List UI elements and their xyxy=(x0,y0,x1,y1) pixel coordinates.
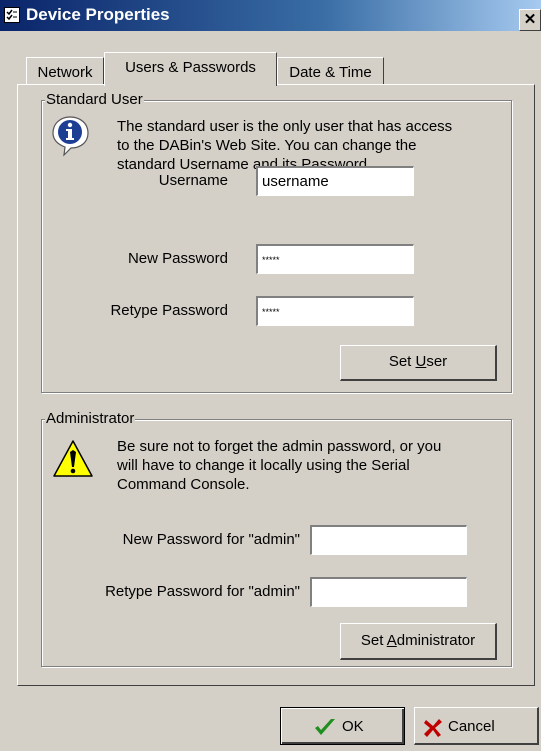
checkmark-icon xyxy=(315,719,335,735)
set-user-button-prefix: Set xyxy=(388,353,416,370)
administrator-group-title: Administrator xyxy=(45,410,136,428)
tab-network-label: Network xyxy=(37,64,93,81)
tab-date-time[interactable]: Date & Time xyxy=(277,57,384,84)
administrator-warning-line-3: Command Console. xyxy=(117,476,250,493)
retype-password-label: Retype Password xyxy=(110,302,228,319)
standard-user-info-line-1: The standard user is the only user that … xyxy=(117,118,453,135)
window-title: Device Properties xyxy=(26,5,170,24)
info-icon xyxy=(52,116,89,157)
admin-retype-password-label: Retype Password for "admin" xyxy=(105,583,300,600)
standard-user-group-title: Standard User xyxy=(45,91,144,109)
admin-retype-password-input[interactable] xyxy=(310,577,467,607)
app-icon xyxy=(4,7,20,23)
new-password-input[interactable] xyxy=(256,244,414,274)
tab-date-time-label: Date & Time xyxy=(289,64,372,81)
tab-users-passwords-label: Users & Passwords xyxy=(125,59,256,76)
title-bar[interactable]: Device Properties ✕ xyxy=(0,0,541,31)
set-administrator-button[interactable]: Set Administrator xyxy=(340,623,497,660)
device-properties-dialog: Device Properties ✕ Network Users & Pass… xyxy=(0,0,541,751)
admin-new-password-input[interactable] xyxy=(310,525,467,555)
new-password-label: New Password xyxy=(127,250,228,267)
set-user-button[interactable]: Set User xyxy=(340,345,497,381)
cancel-button-label: Cancel xyxy=(448,718,495,735)
username-input[interactable] xyxy=(256,166,414,196)
set-user-button-suffix: ser xyxy=(426,353,448,370)
set-administrator-button-suffix: dministrator xyxy=(396,632,476,649)
username-label: Username xyxy=(158,172,228,189)
set-user-button-mnemonic: U xyxy=(415,353,427,370)
retype-password-input[interactable] xyxy=(256,296,414,326)
administrator-warning-line-2: will have to change it locally using the… xyxy=(117,457,410,474)
set-administrator-button-prefix: Set xyxy=(360,632,387,649)
tab-network[interactable]: Network xyxy=(26,57,104,84)
set-administrator-button-mnemonic: A xyxy=(386,632,397,649)
warning-icon xyxy=(53,440,93,477)
standard-user-info-line-2: to the DABin's Web Site. You can change … xyxy=(117,137,417,154)
administrator-warning-line-1: Be sure not to forget the admin password… xyxy=(117,438,442,455)
cancel-button[interactable]: Cancel xyxy=(414,707,539,745)
ok-button[interactable]: OK xyxy=(280,707,405,745)
ok-button-label: OK xyxy=(342,718,364,735)
close-icon: ✕ xyxy=(523,11,537,28)
x-icon xyxy=(424,719,442,737)
admin-new-password-label: New Password for "admin" xyxy=(122,531,300,548)
tab-users-passwords[interactable]: Users & Passwords xyxy=(104,52,277,86)
close-button[interactable]: ✕ xyxy=(519,9,541,31)
